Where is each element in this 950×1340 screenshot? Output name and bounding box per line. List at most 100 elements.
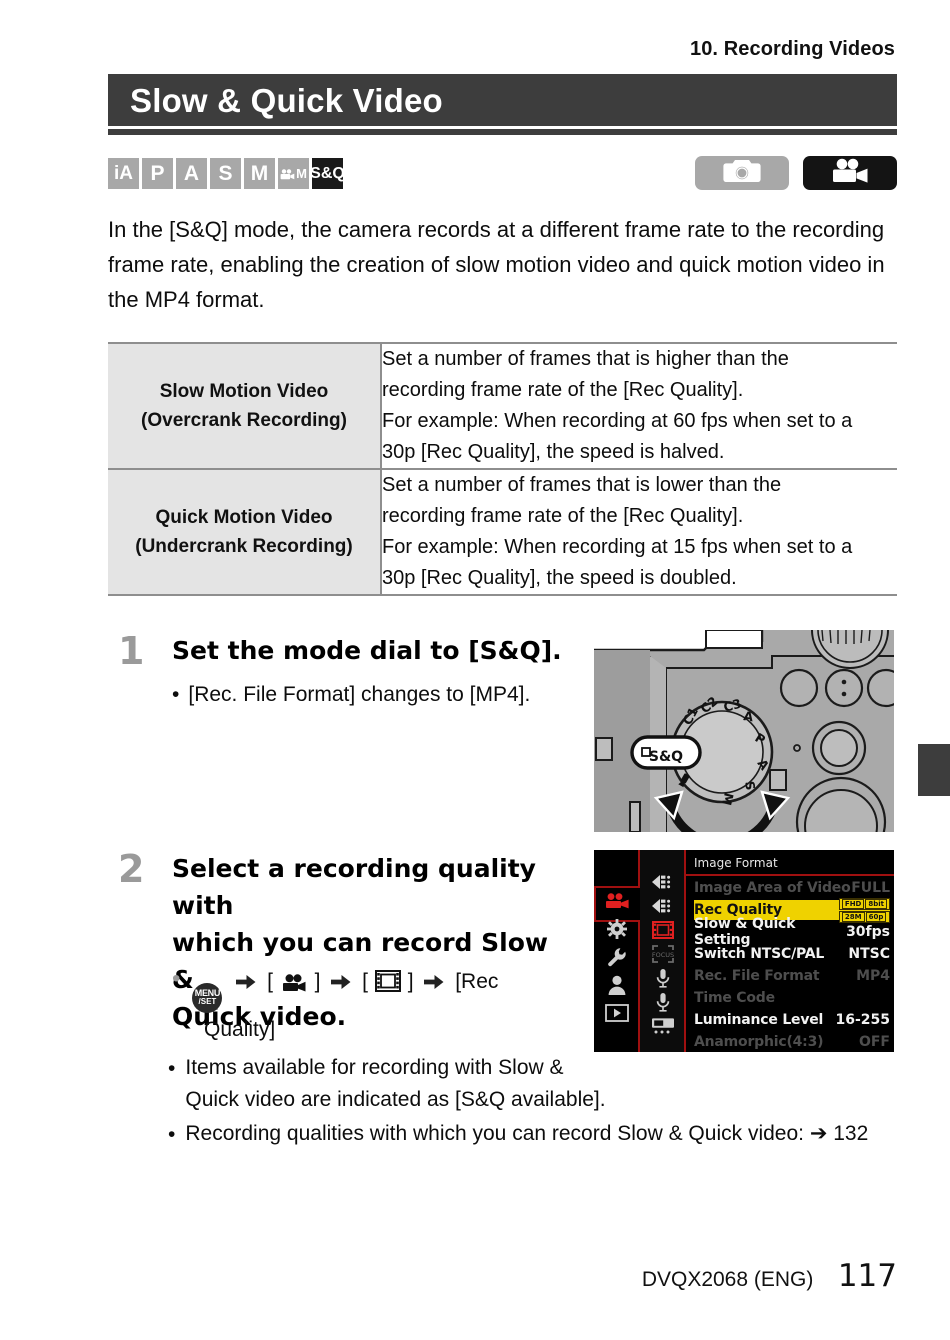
step-1-number: 1 [118,629,145,673]
mode-badge-row: iA P A S M M S&Q [108,158,345,189]
wrench-icon [602,946,632,968]
menu-accent-line [684,850,686,1052]
mode-dial-figure: C1 C2 C3 A P A S M S&Q [594,629,906,868]
badge-bitdepth: 8bit [865,898,887,909]
bullet-icon: • [172,683,180,706]
table-label-line: (Overcrank Recording) [141,410,347,431]
camera-menu-figure: Image Format FOCUS Image Area of Video F… [594,850,894,1052]
photo-camera-icon [722,158,762,189]
bracket-close: ] [407,970,414,993]
mic-icon [648,992,678,1012]
chapter-edge-tab [918,744,950,796]
menu-item-anamorphic[interactable]: Anamorphic(4:3) OFF [694,1032,890,1052]
bullet-icon: • [172,965,181,992]
page-title-bar: Slow & Quick Video [108,74,897,126]
menu-item-rec-file-format[interactable]: Rec. File Format MP4 [694,966,890,986]
table-body-line: 30p [Rec Quality], the speed is doubled. [382,567,737,589]
menu-item-label: Switch NTSC/PAL [694,946,825,962]
menu-accent-line [594,886,596,922]
video-camera-icon [280,163,295,184]
table-body-line: Set a number of frames that is lower tha… [382,474,782,496]
table-row: Quick Motion Video (Undercrank Recording… [108,469,897,595]
table-label-line: Quick Motion Video [155,507,333,528]
list-item: • Recording qualities with which you can… [168,1118,898,1151]
badge-framerate: 60p [865,911,887,922]
step-1-note: • [Rec. File Format] changes to [MP4]. [172,678,582,711]
bracket-open: [ [362,970,368,993]
title-underline-rule [108,129,897,135]
menu-path-rec: [Rec [455,970,499,993]
mic-icon [648,968,678,988]
table-row: Slow Motion Video (Overcrank Recording) … [108,343,897,470]
table-body-line: recording frame rate of the [Rec Quality… [382,379,744,401]
menu-item-value: NTSC [848,946,890,962]
video-camera-icon [829,158,871,189]
table-row-body: Set a number of frames that is lower tha… [380,469,897,595]
video-mode-pill [803,156,897,190]
menu-item-value: 16-255 [835,1012,890,1028]
table-label-line: (Undercrank Recording) [135,536,353,557]
video-camera-icon [281,966,307,1006]
film-format-icon [374,966,401,1006]
monitor-icon [648,1016,678,1036]
menu-accent-line [638,850,640,886]
menu-item-slow-quick-setting[interactable]: Slow & Quick Setting 30fps [694,916,890,948]
table-label-line: Slow Motion Video [159,381,329,402]
gear-icon [602,918,632,940]
menu-accent-line [638,920,640,1052]
menu-item-label: Anamorphic(4:3) [694,1034,824,1050]
table-body-line: recording frame rate of the [Rec Quality… [382,505,744,527]
table-body-line: Set a number of frames that is higher th… [382,348,789,370]
playback-icon [602,1002,632,1024]
menu-item-luminance-level[interactable]: Luminance Level 16-255 [694,1010,890,1030]
menu-item-label: Time Code [694,990,775,1006]
menu-item-time-code[interactable]: Time Code [694,988,890,1008]
focus-icon: FOCUS [648,944,678,964]
mode-badge-p: P [142,158,173,189]
menu-title: Image Format [694,856,778,870]
intro-paragraph: In the [S&Q] mode, the camera records at… [108,217,885,312]
list-item: • Items available for recording with Slo… [168,1052,898,1116]
mode-badge-s: S [210,158,241,189]
menu-item-label: Rec. File Format [694,968,820,984]
menu-item-switch-ntsc-pal[interactable]: Switch NTSC/PAL NTSC [694,944,890,964]
image-quality-icon [648,872,678,892]
bracket-open: [ [267,970,273,993]
menu-item-value: FULL [851,880,890,896]
person-icon [602,974,632,996]
arrow-right-icon [236,964,256,1004]
menu-accent-line [594,886,640,888]
bullet-icon: • [168,1057,176,1080]
note-line: Quick video are indicated as [S&Q availa… [185,1088,606,1111]
table-row-label: Quick Motion Video (Undercrank Recording… [108,469,381,595]
badge-fhd: FHD [841,898,865,909]
motion-video-table: Slow Motion Video (Overcrank Recording) … [108,342,897,596]
svg-text:FOCUS: FOCUS [652,951,674,959]
menu-item-image-area[interactable]: Image Area of Video FULL [694,878,890,898]
table-body-line: For example: When recording at 60 fps wh… [382,410,853,432]
page-title: Slow & Quick Video [130,81,443,119]
table-body-line: For example: When recording at 15 fps wh… [382,536,853,558]
page-number: 117 [837,1258,897,1294]
bullet-icon: • [168,1123,176,1146]
capture-mode-pills [695,156,897,190]
page-footer: DVQX2068 (ENG) 117 [0,1258,897,1294]
menu-item-label: Luminance Level [694,1012,824,1028]
step-2-heading-line: Select a recording quality with [172,854,536,920]
menu-item-value: MP4 [856,968,890,984]
document-id: DVQX2068 (ENG) [641,1268,814,1291]
manual-page: 10. Recording Videos Slow & Quick Video … [0,0,950,1340]
mode-badge-ia: iA [108,158,139,189]
bracket-close: ] [314,970,321,993]
mode-badge-a: A [176,158,207,189]
menu-accent-line [686,874,894,876]
menu-path-quality: Quality] [204,1017,276,1041]
menu-item-value: 30fps [846,924,890,940]
menu-item-label: Image Area of Video [694,880,851,896]
step-1-heading: Set the mode dial to [S&Q]. [172,636,562,665]
step-2-number: 2 [118,847,145,891]
mode-badge-creative-video: M [278,158,309,189]
mode-badge-label: M [296,166,307,181]
video-camera-icon [602,890,632,912]
table-row-label: Slow Motion Video (Overcrank Recording) [108,343,381,470]
